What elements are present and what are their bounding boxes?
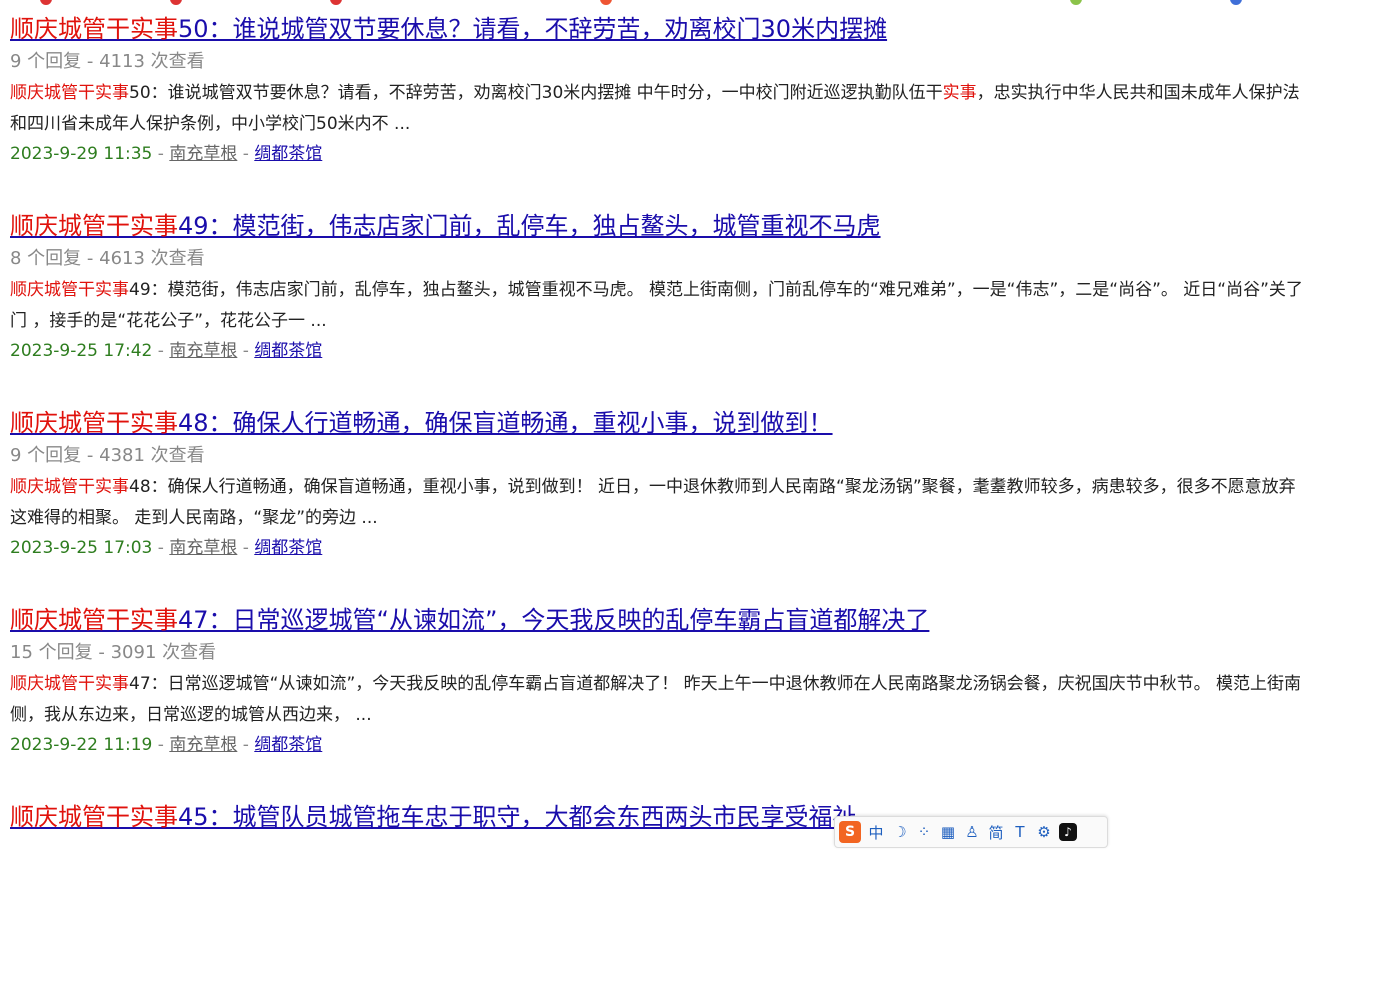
result-meta: 9 个回复 - 4381 次查看: [10, 445, 205, 466]
title-text: 48：确保人行道畅通，确保盲道畅通，重视小事，说到做到！: [178, 409, 833, 437]
title-highlight: 顺庆城管干实事: [10, 606, 178, 634]
author-link[interactable]: 南充草根: [169, 341, 237, 361]
author-link[interactable]: 南充草根: [169, 538, 237, 558]
chinese-mode-icon[interactable]: 中: [867, 823, 885, 842]
title-highlight: 顺庆城管干实事: [10, 409, 178, 437]
reply-count: 9 个回复: [10, 445, 82, 466]
forum-link[interactable]: 绸都茶馆: [254, 341, 322, 361]
result-footer: 2023-9-22 11:19 - 南充草根 - 绸都茶馆: [10, 735, 323, 755]
result-item: 顺庆城管干实事48：确保人行道畅通，确保盲道畅通，重视小事，说到做到！ 9 个回…: [10, 406, 1330, 603]
bookmark-item[interactable]: [1070, 0, 1085, 5]
user-icon[interactable]: ♙: [963, 823, 981, 841]
post-date: 2023-9-25 17:03: [10, 538, 153, 558]
view-count: 4381 次查看: [99, 445, 205, 466]
moon-icon[interactable]: ☽: [891, 823, 909, 841]
result-snippet: 顺庆城管干实事50：谁说城管双节要休息？请看，不辞劳苦，劝离校门30米内摆摊 中…: [10, 83, 1300, 134]
post-date: 2023-9-22 11:19: [10, 735, 153, 755]
result-item: 顺庆城管干实事45：城管队员城管拖车忠于职守，大都会东西两头市民享受福祉: [10, 800, 1330, 997]
keyboard-icon[interactable]: ▦: [939, 823, 957, 841]
reply-count: 9 个回复: [10, 51, 82, 72]
title-text: 50：谁说城管双节要休息？请看，不辞劳苦，劝离校门30米内摆摊: [178, 15, 888, 43]
author-link[interactable]: 南充草根: [169, 144, 237, 164]
tiktok-icon[interactable]: ♪: [1059, 823, 1077, 841]
simplified-icon[interactable]: 简: [987, 823, 1005, 842]
title-highlight: 顺庆城管干实事: [10, 15, 178, 43]
bookmark-item[interactable]: [330, 0, 345, 5]
result-snippet: 顺庆城管干实事47：日常巡逻城管“从谏如流”，今天我反映的乱停车霸占盲道都解决了…: [10, 674, 1302, 725]
result-footer: 2023-9-25 17:42 - 南充草根 - 绸都茶馆: [10, 341, 323, 361]
result-meta: 8 个回复 - 4613 次查看: [10, 248, 205, 269]
title-text: 47：日常巡逻城管“从谏如流”，今天我反映的乱停车霸占盲道都解决了: [178, 606, 930, 634]
result-title-link[interactable]: 顺庆城管干实事48：确保人行道畅通，确保盲道畅通，重视小事，说到做到！: [10, 406, 1330, 440]
result-meta: 9 个回复 - 4113 次查看: [10, 51, 205, 72]
forum-link[interactable]: 绸都茶馆: [254, 735, 322, 755]
post-date: 2023-9-25 17:42: [10, 341, 153, 361]
result-footer: 2023-9-29 11:35 - 南充草根 - 绸都茶馆: [10, 144, 323, 164]
result-snippet: 顺庆城管干实事49：模范街，伟志店家门前，乱停车，独占鳌头，城管重视不马虎。 模…: [10, 280, 1303, 331]
bookmark-item[interactable]: [600, 0, 615, 5]
forum-link[interactable]: 绸都茶馆: [254, 538, 322, 558]
result-snippet: 顺庆城管干实事48：确保人行道畅通，确保盲道畅通，重视小事，说到做到！ 近日，一…: [10, 477, 1296, 528]
author-link[interactable]: 南充草根: [169, 735, 237, 755]
bookmark-item[interactable]: [170, 0, 185, 5]
title-text: 45：城管队员城管拖车忠于职守，大都会东西两头市民享受福祉: [178, 803, 857, 831]
bookmark-item[interactable]: [1230, 0, 1245, 5]
result-title-link[interactable]: 顺庆城管干实事50：谁说城管双节要休息？请看，不辞劳苦，劝离校门30米内摆摊: [10, 12, 1330, 46]
result-title-link[interactable]: 顺庆城管干实事47：日常巡逻城管“从谏如流”，今天我反映的乱停车霸占盲道都解决了: [10, 603, 1330, 637]
bookmarks-bar: [0, 0, 1400, 6]
result-meta: 15 个回复 - 3091 次查看: [10, 642, 217, 663]
result-item: 顺庆城管干实事47：日常巡逻城管“从谏如流”，今天我反映的乱停车霸占盲道都解决了…: [10, 603, 1330, 800]
bookmark-item[interactable]: [40, 0, 55, 5]
title-highlight: 顺庆城管干实事: [10, 803, 178, 831]
title-highlight: 顺庆城管干实事: [10, 212, 178, 240]
gear-icon[interactable]: ⚙: [1035, 823, 1053, 841]
view-count: 4613 次查看: [99, 248, 205, 269]
result-title-link[interactable]: 顺庆城管干实事45：城管队员城管拖车忠于职守，大都会东西两头市民享受福祉: [10, 800, 1330, 834]
punctuation-icon[interactable]: ⁘: [915, 823, 933, 841]
forum-link[interactable]: 绸都茶馆: [254, 144, 322, 164]
result-item: 顺庆城管干实事49：模范街，伟志店家门前，乱停车，独占鳌头，城管重视不马虎 8 …: [10, 209, 1330, 406]
result-title-link[interactable]: 顺庆城管干实事49：模范街，伟志店家门前，乱停车，独占鳌头，城管重视不马虎: [10, 209, 1330, 243]
sogou-logo-icon[interactable]: S: [839, 821, 861, 843]
post-date: 2023-9-29 11:35: [10, 144, 153, 164]
ime-toolbar: S 中 ☽ ⁘ ▦ ♙ 简 T ⚙ ♪: [834, 816, 1108, 848]
reply-count: 8 个回复: [10, 248, 82, 269]
result-footer: 2023-9-25 17:03 - 南充草根 - 绸都茶馆: [10, 538, 323, 558]
search-results-list: 顺庆城管干实事50：谁说城管双节要休息？请看，不辞劳苦，劝离校门30米内摆摊 9…: [10, 12, 1330, 997]
skin-shirt-icon[interactable]: T: [1011, 823, 1029, 841]
view-count: 3091 次查看: [110, 642, 217, 663]
result-item: 顺庆城管干实事50：谁说城管双节要休息？请看，不辞劳苦，劝离校门30米内摆摊 9…: [10, 12, 1330, 209]
view-count: 4113 次查看: [99, 51, 205, 72]
title-text: 49：模范街，伟志店家门前，乱停车，独占鳌头，城管重视不马虎: [178, 212, 881, 240]
reply-count: 15 个回复: [10, 642, 93, 663]
